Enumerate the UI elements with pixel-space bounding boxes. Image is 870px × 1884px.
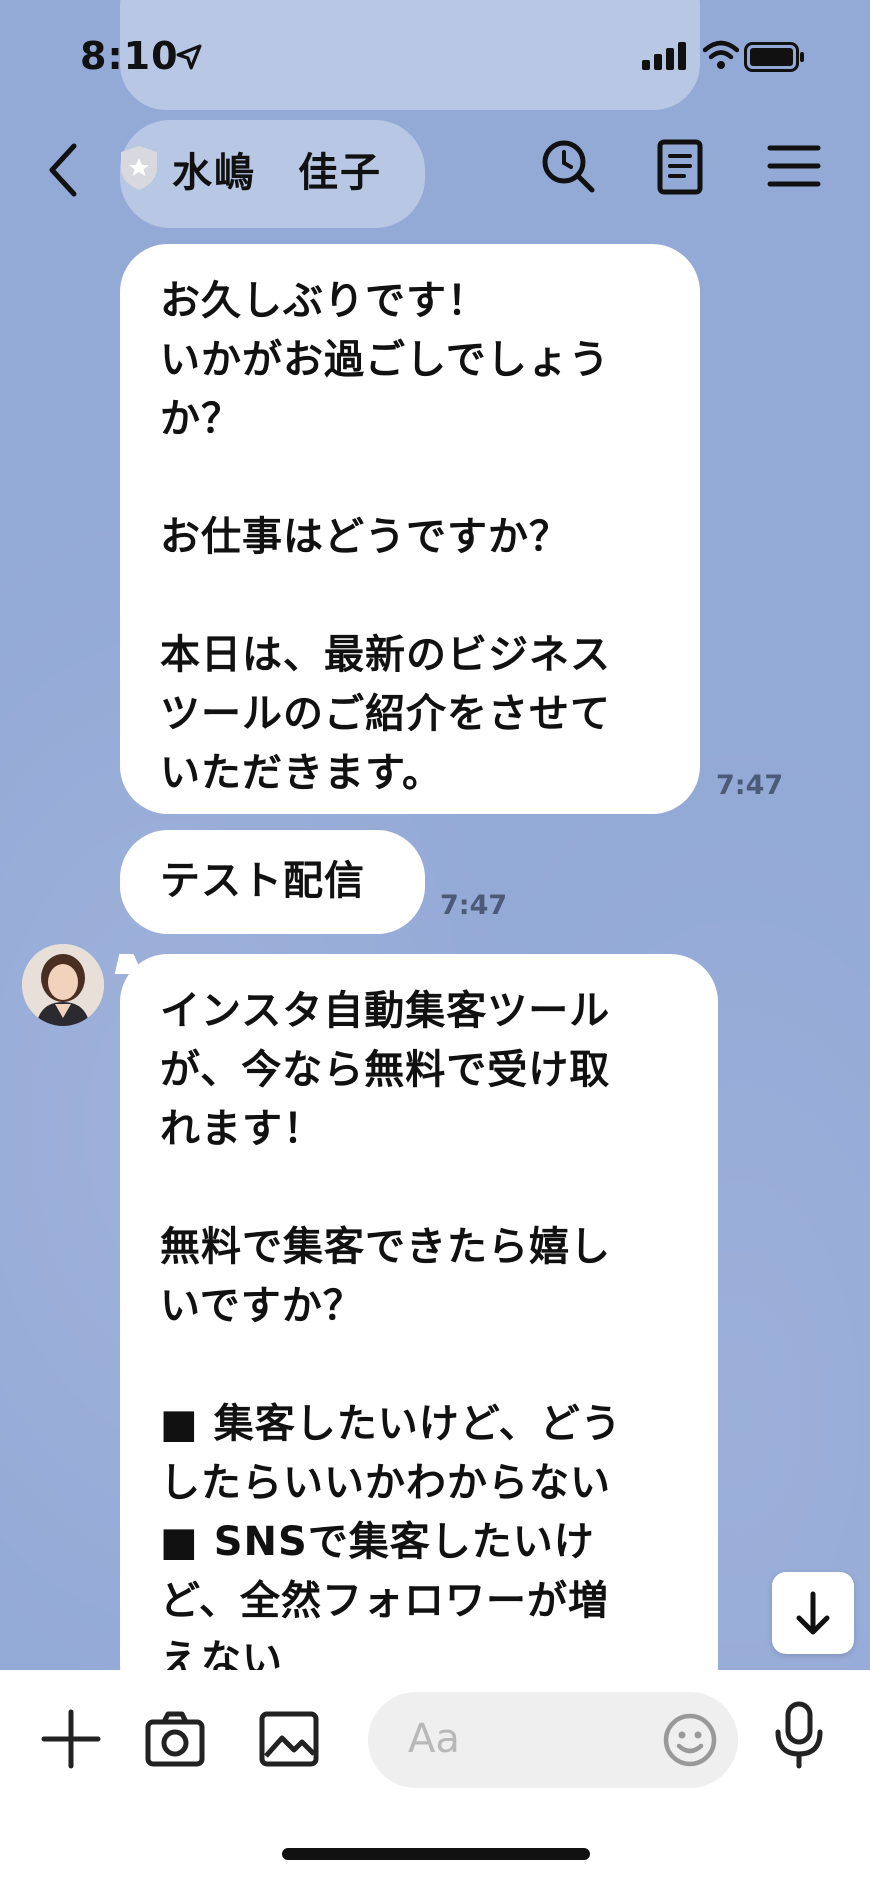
chat-header: 水嶋 佳子 xyxy=(0,120,870,225)
arrow-down-icon xyxy=(796,1591,830,1635)
message-bubble: お久しぶりです！ いかがお過ごしでしょう か？ お仕事はどうですか？ 本日は、最… xyxy=(120,244,700,814)
avatar[interactable] xyxy=(22,944,104,1026)
message-time: 7:47 xyxy=(716,770,784,801)
battery-icon xyxy=(744,42,804,72)
location-arrow-icon xyxy=(176,44,202,70)
plus-icon[interactable] xyxy=(40,1708,102,1770)
back-icon[interactable] xyxy=(38,140,88,200)
scroll-to-bottom-button[interactable] xyxy=(772,1572,854,1654)
contact-name[interactable]: 水嶋 佳子 xyxy=(172,140,382,198)
search-icon[interactable] xyxy=(538,136,598,196)
camera-icon[interactable] xyxy=(144,1708,206,1770)
message-input-placeholder: Aa xyxy=(408,1716,460,1762)
emoji-icon[interactable] xyxy=(660,1710,720,1770)
mic-icon[interactable] xyxy=(768,1700,830,1770)
shield-icon xyxy=(121,146,157,190)
message-input[interactable]: Aa xyxy=(368,1692,738,1788)
signal-icon xyxy=(642,42,686,70)
status-time: 8:10 xyxy=(80,34,179,78)
message-time: 7:47 xyxy=(440,890,508,921)
message-bubble: テスト配信 xyxy=(120,830,425,934)
home-indicator[interactable] xyxy=(282,1848,590,1860)
image-icon[interactable] xyxy=(258,1708,320,1770)
message-bubble: インスタ自動集客ツール が、今なら無料で受け取 れます！ 無料で集客できたら嬉し… xyxy=(120,954,718,1714)
wifi-icon xyxy=(703,40,739,69)
notes-icon[interactable] xyxy=(650,136,710,196)
status-bar: 8:10 xyxy=(0,0,870,120)
menu-icon[interactable] xyxy=(764,136,824,196)
message-input-bar: Aa xyxy=(0,1670,870,1884)
